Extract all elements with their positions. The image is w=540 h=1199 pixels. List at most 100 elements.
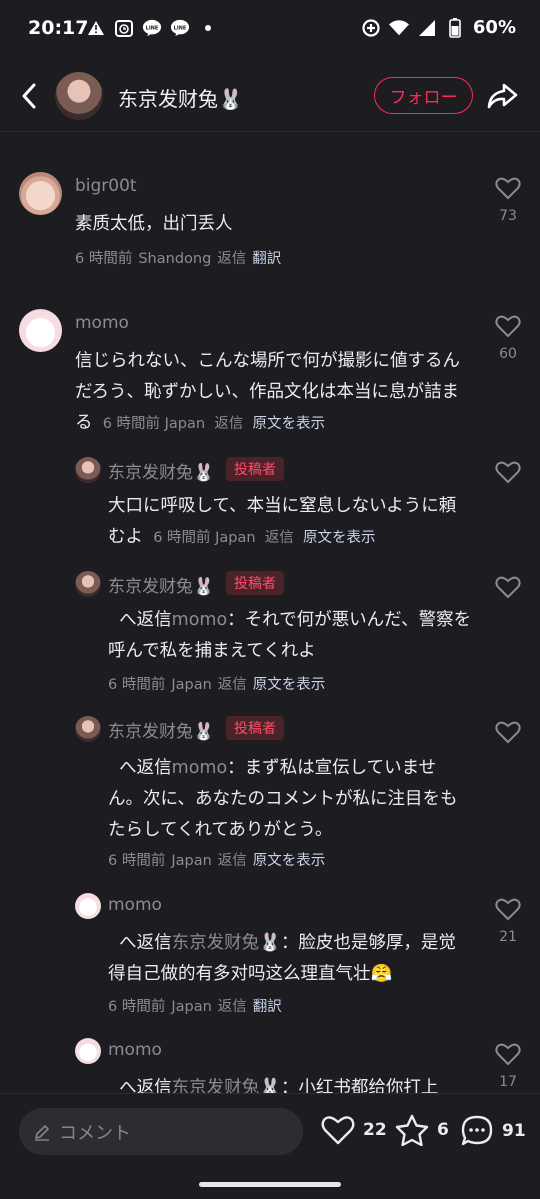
reply-username[interactable]: momo [108, 895, 162, 915]
post-like-count: 22 [363, 1119, 387, 1140]
reply-to-user[interactable]: momo [172, 758, 228, 778]
reply-item: 东京发财兔🐰 投稿者 へ返信momo：まず私は宣伝していません。次に、あなたのコ… [0, 703, 540, 879]
like-button[interactable]: 73 [492, 176, 524, 224]
reply-item: 东京发财兔🐰 投稿者 へ返信momo：それで何が悪いんだ、警察を呼んで私を捕まえ… [0, 558, 540, 703]
comment-text: 信じられない、こんな場所で何が撮影に値するんだろう、恥ずかしい、作品文化は本当に… [75, 346, 475, 440]
reply-link[interactable]: 返信 [217, 251, 246, 267]
reply-text: へ返信东京发财兔🐰：小红书都给你打上 [108, 1073, 468, 1093]
translate-link[interactable]: 原文を表示 [253, 416, 326, 432]
like-button[interactable]: 60 [492, 314, 524, 362]
share-button[interactable] [484, 78, 520, 114]
reply-text: 大口に呼吸して、本当に窒息しないように頼むよ 6 時間前 Japan 返信 原文… [108, 496, 457, 547]
dot-icon [198, 18, 218, 38]
reply-link[interactable]: 返信 [265, 530, 294, 546]
comment-location: Shandong [138, 251, 212, 267]
reply-to-user[interactable]: 东京发财兔🐰 [172, 1078, 281, 1093]
reply-link[interactable]: 返信 [218, 853, 247, 869]
comment-count: 91 [502, 1121, 526, 1141]
reply-username[interactable]: 东京发财兔🐰 [108, 458, 214, 483]
reply-prefix: へ返信 [119, 610, 172, 630]
reply-item: momo へ返信东京发财兔🐰：小红书都给你打上 17 [0, 1024, 540, 1093]
avatar[interactable] [75, 457, 101, 483]
comment-item: momo 信じられない、こんな場所で何が撮影に値するんだろう、恥ずかしい、作品文… [0, 283, 540, 443]
reply-to-user[interactable]: momo [172, 610, 228, 630]
comment-username[interactable]: bigr00t [75, 176, 137, 196]
heart-icon [321, 1116, 355, 1145]
favorite-count: 6 [437, 1120, 449, 1140]
comment-time: 6 時間前 [75, 251, 133, 267]
reply-text: へ返信momo：まず私は宣伝していません。次に、あなたのコメントが私に注目をもた… [108, 758, 458, 840]
reply-meta: 6 時間前 Japan 返信 翻訳 [108, 999, 282, 1015]
reply-item: momo へ返信东京发财兔🐰：脸皮也是够厚，是觉得自己做的有多对吗这么理直气壮😤… [0, 879, 540, 1024]
author-badge: 投稿者 [226, 457, 284, 481]
back-button[interactable] [14, 78, 44, 114]
like-count: 73 [499, 208, 517, 224]
comment-username[interactable]: momo [75, 313, 129, 333]
like-post-button[interactable]: 22 [321, 1114, 387, 1145]
reply-prefix: へ返信 [119, 933, 172, 953]
like-count: 60 [499, 346, 517, 362]
status-bar: 20:17 LINE LINE 60% [0, 0, 540, 60]
avatar[interactable] [75, 571, 101, 597]
favorite-button[interactable]: 6 [395, 1114, 449, 1146]
translate-link[interactable]: 原文を表示 [303, 530, 376, 546]
svg-text:LINE: LINE [174, 25, 187, 31]
heart-icon [495, 1043, 521, 1066]
like-button[interactable] [492, 460, 524, 488]
reply-link[interactable]: 返信 [218, 999, 247, 1015]
comment-item: bigr00t 素质太低，出门丢人 6 時間前 Shandong 返信 翻訳 73 [0, 133, 540, 283]
like-button[interactable]: 17 [492, 1042, 524, 1090]
comment-meta: 6 時間前 Japan 返信 原文を表示 [102, 416, 326, 432]
data-saver-icon [361, 18, 381, 38]
avatar[interactable] [75, 1038, 101, 1064]
like-button[interactable]: 21 [492, 897, 524, 945]
signal-icon [417, 18, 437, 38]
star-icon [395, 1114, 429, 1146]
reply-link[interactable]: 返信 [214, 416, 243, 432]
pencil-icon [35, 1124, 49, 1141]
author-badge: 投稿者 [226, 571, 284, 595]
author-badge: 投稿者 [226, 716, 284, 740]
share-icon [487, 83, 518, 109]
heart-icon [495, 576, 521, 599]
reply-meta: 6 時間前 Japan 返信 原文を表示 [108, 853, 326, 869]
like-count: 17 [499, 1074, 517, 1090]
reply-username[interactable]: 东京发财兔🐰 [108, 572, 214, 597]
like-button[interactable] [492, 575, 524, 603]
svg-text:LINE: LINE [146, 25, 159, 31]
line-icon: LINE [142, 18, 162, 38]
system-icons: 60% [361, 17, 516, 38]
translate-link[interactable]: 原文を表示 [253, 677, 326, 693]
notification-icons: LINE LINE [86, 18, 218, 38]
follow-button[interactable]: フォロー [374, 77, 473, 114]
comments-button[interactable]: 91 [460, 1114, 526, 1148]
comment-input[interactable]: コメント [19, 1108, 303, 1155]
reply-link[interactable]: 返信 [218, 677, 247, 693]
battery-percent: 60% [472, 17, 516, 38]
comment-bubble-icon [461, 1115, 493, 1146]
translate-link[interactable]: 原文を表示 [253, 853, 326, 869]
heart-icon [495, 898, 521, 921]
reply-to-user[interactable]: 东京发财兔🐰 [172, 933, 281, 953]
translate-link[interactable]: 翻訳 [253, 999, 282, 1015]
reply-text: へ返信东京发财兔🐰：脸皮也是够厚，是觉得自己做的有多对吗这么理直气壮😤 [108, 933, 456, 984]
avatar[interactable] [75, 716, 101, 742]
comment-placeholder: コメント [59, 1122, 131, 1144]
heart-icon [495, 461, 521, 484]
translate-link[interactable]: 翻訳 [252, 251, 281, 267]
comment-text: 素质太低，出门丢人 [75, 214, 233, 234]
reply-username[interactable]: 东京发财兔🐰 [108, 717, 214, 742]
line-icon: LINE [170, 18, 190, 38]
reply-username[interactable]: momo [108, 1040, 162, 1060]
avatar[interactable] [75, 893, 101, 919]
reply-meta: 6 時間前 Japan 返信 原文を表示 [153, 530, 376, 546]
home-indicator[interactable] [199, 1182, 341, 1187]
author-name[interactable]: 东京发财兔🐰 [118, 83, 243, 112]
avatar[interactable] [19, 309, 62, 352]
like-count: 21 [499, 929, 517, 945]
reply-meta: 6 時間前 Japan 返信 原文を表示 [108, 677, 326, 693]
avatar[interactable] [19, 172, 62, 215]
comment-meta: 6 時間前 Shandong 返信 翻訳 [75, 247, 287, 268]
author-avatar[interactable] [55, 72, 103, 120]
like-button[interactable] [492, 720, 524, 748]
